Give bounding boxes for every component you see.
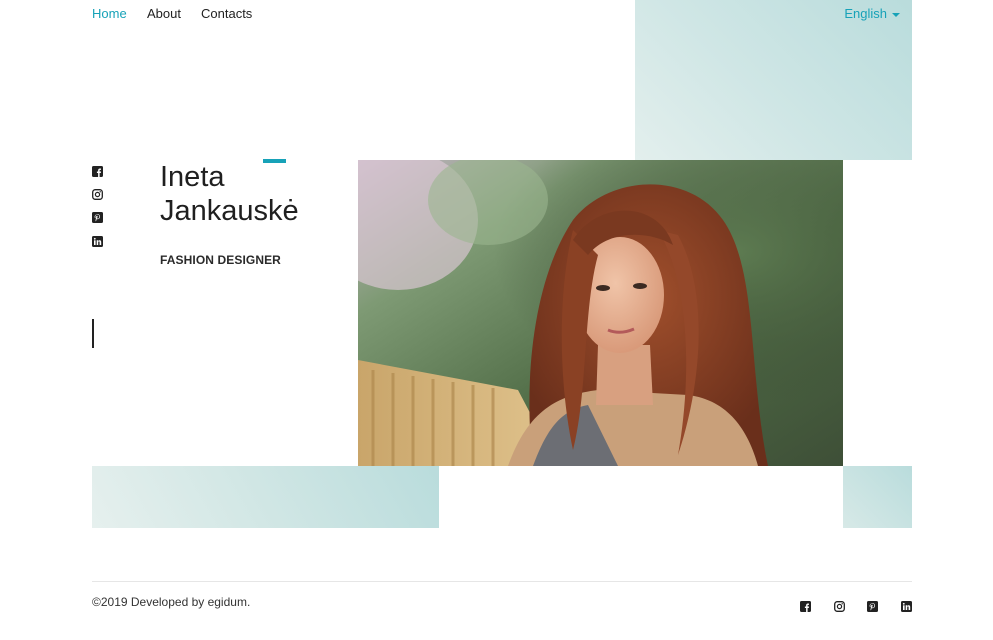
decorative-gradient-block-top xyxy=(635,0,912,160)
linkedin-icon[interactable] xyxy=(901,601,912,612)
last-name: Jankauskė xyxy=(160,195,299,227)
facebook-icon[interactable] xyxy=(92,166,103,177)
portrait-photo xyxy=(358,160,843,466)
facebook-icon[interactable] xyxy=(800,601,811,612)
instagram-icon[interactable] xyxy=(92,189,103,200)
footer-divider xyxy=(92,581,912,582)
footer-social-links xyxy=(800,601,912,612)
linkedin-icon[interactable] xyxy=(92,236,103,247)
footer-copyright: ©2019 Developed by egidum. xyxy=(92,595,251,609)
language-label: English xyxy=(844,6,887,21)
language-dropdown[interactable]: English xyxy=(844,6,900,22)
first-name: Ineta xyxy=(160,161,225,193)
decorative-gradient-block-bottom-left xyxy=(92,466,439,528)
pinterest-icon[interactable] xyxy=(92,212,103,223)
instagram-icon[interactable] xyxy=(834,601,845,612)
scroll-indicator-line xyxy=(92,319,94,348)
pinterest-icon[interactable] xyxy=(867,601,878,612)
nav-contacts-link[interactable]: Contacts xyxy=(201,6,252,22)
job-title: FASHION DESIGNER xyxy=(160,253,281,267)
decorative-gradient-block-bottom-right xyxy=(843,466,912,528)
nav-home-link[interactable]: Home xyxy=(92,6,127,22)
page-title: Ineta Jankauskė xyxy=(160,160,350,228)
chevron-down-icon xyxy=(892,12,900,17)
nav-about-link[interactable]: About xyxy=(147,6,181,22)
